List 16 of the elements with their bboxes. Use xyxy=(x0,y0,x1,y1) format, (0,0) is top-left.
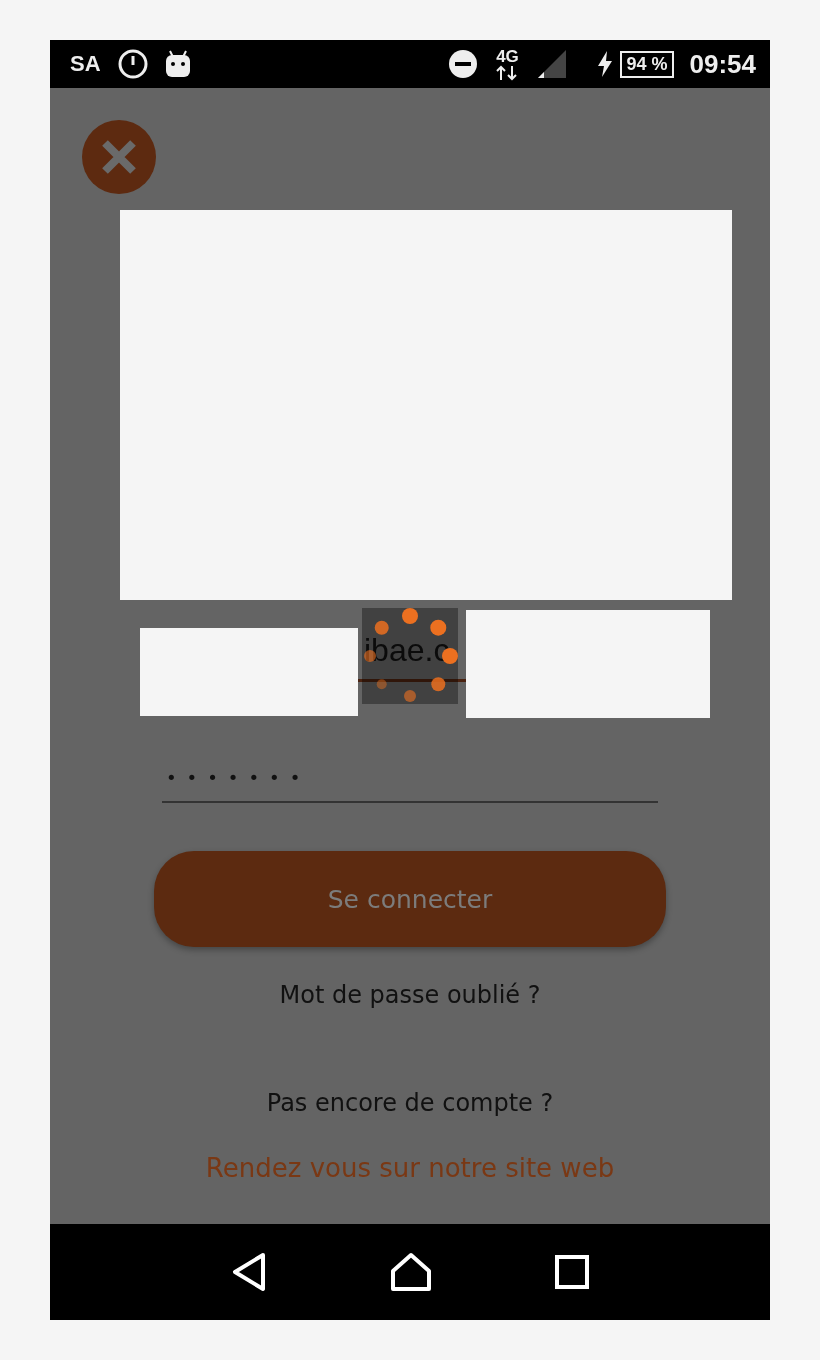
no-account-text: Pas encore de compte ? xyxy=(266,1089,554,1117)
carrier-label: SA xyxy=(70,51,101,77)
network-label: 4G xyxy=(496,47,519,65)
charging-icon xyxy=(596,51,615,77)
clock-time: 09:54 xyxy=(689,48,756,80)
clock-icon xyxy=(116,48,149,80)
battery-indicator: 94 % xyxy=(620,50,674,78)
forgot-password-link[interactable]: Mot de passe oublié ? xyxy=(279,981,541,1009)
home-icon[interactable] xyxy=(390,1252,432,1292)
signal-icon xyxy=(536,48,569,80)
recents-icon[interactable] xyxy=(554,1255,589,1289)
do-not-disturb-icon xyxy=(448,49,479,79)
password-field[interactable]: ••••••• xyxy=(162,754,658,803)
login-button[interactable]: Se connecter xyxy=(154,851,666,947)
android-icon xyxy=(164,49,191,79)
back-icon[interactable] xyxy=(231,1252,268,1292)
